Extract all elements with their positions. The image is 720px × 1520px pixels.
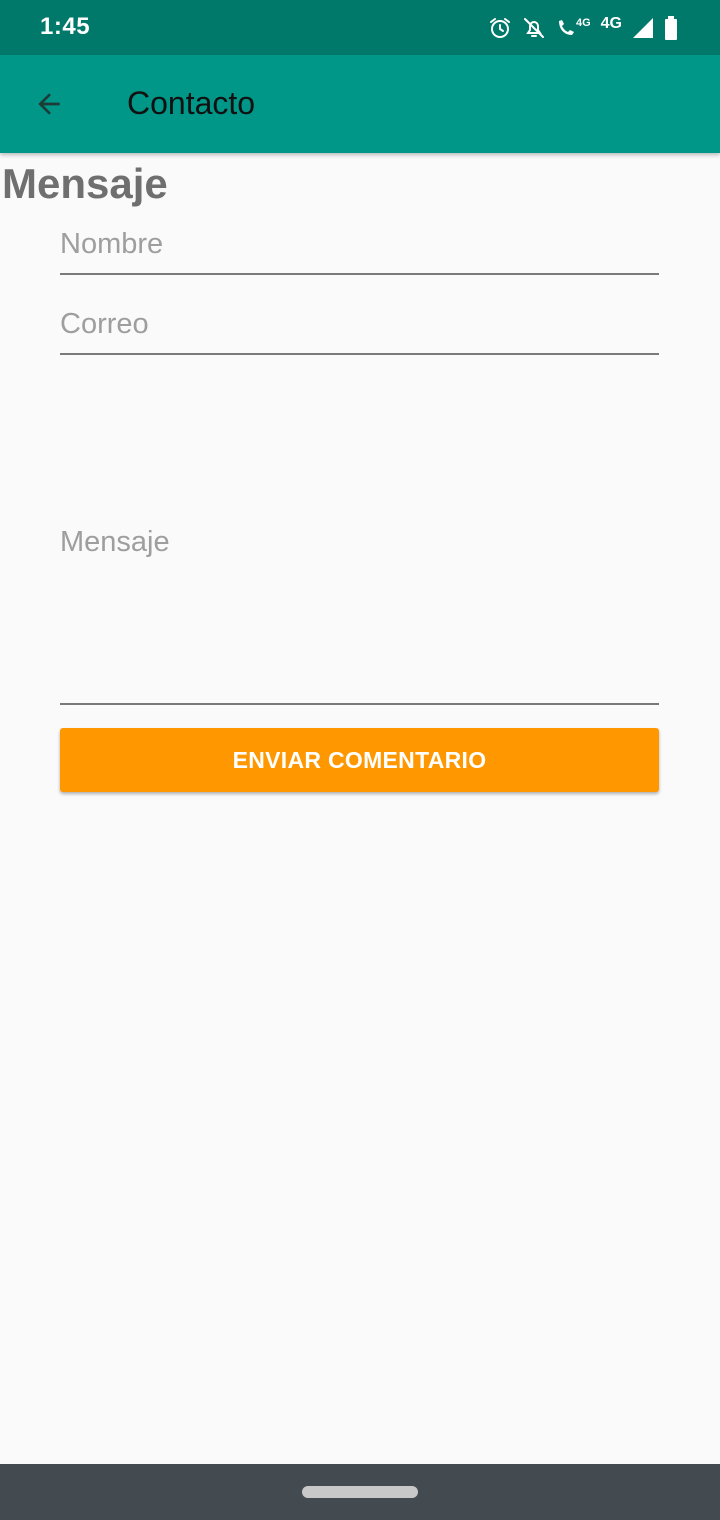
status-time: 1:45 (40, 13, 91, 40)
back-button[interactable] (22, 77, 76, 131)
volte-call-icon: 4G (556, 17, 591, 39)
app-bar: Contacto (0, 55, 720, 153)
name-input[interactable] (60, 228, 659, 261)
send-comment-button[interactable]: ENVIAR COMENTARIO (60, 728, 659, 792)
battery-icon (664, 16, 678, 40)
message-input[interactable] (60, 521, 659, 562)
alarm-icon (488, 16, 512, 40)
status-bar: 1:45 4G 4G (0, 0, 720, 55)
network-4g-icon: 4G (600, 15, 622, 32)
status-icons: 4G 4G (488, 14, 678, 42)
navigation-bar (0, 1464, 720, 1520)
email-field (60, 308, 659, 355)
name-field (60, 228, 659, 275)
home-handle[interactable] (302, 1486, 418, 1498)
signal-icon (632, 17, 654, 39)
call-network-label: 4G (575, 16, 591, 29)
page-title: Contacto (127, 85, 256, 121)
arrow-back-icon (38, 93, 60, 115)
notifications-off-icon (522, 16, 546, 40)
email-input[interactable] (60, 308, 659, 341)
section-title: Mensaje (2, 160, 168, 207)
message-field (60, 380, 659, 705)
